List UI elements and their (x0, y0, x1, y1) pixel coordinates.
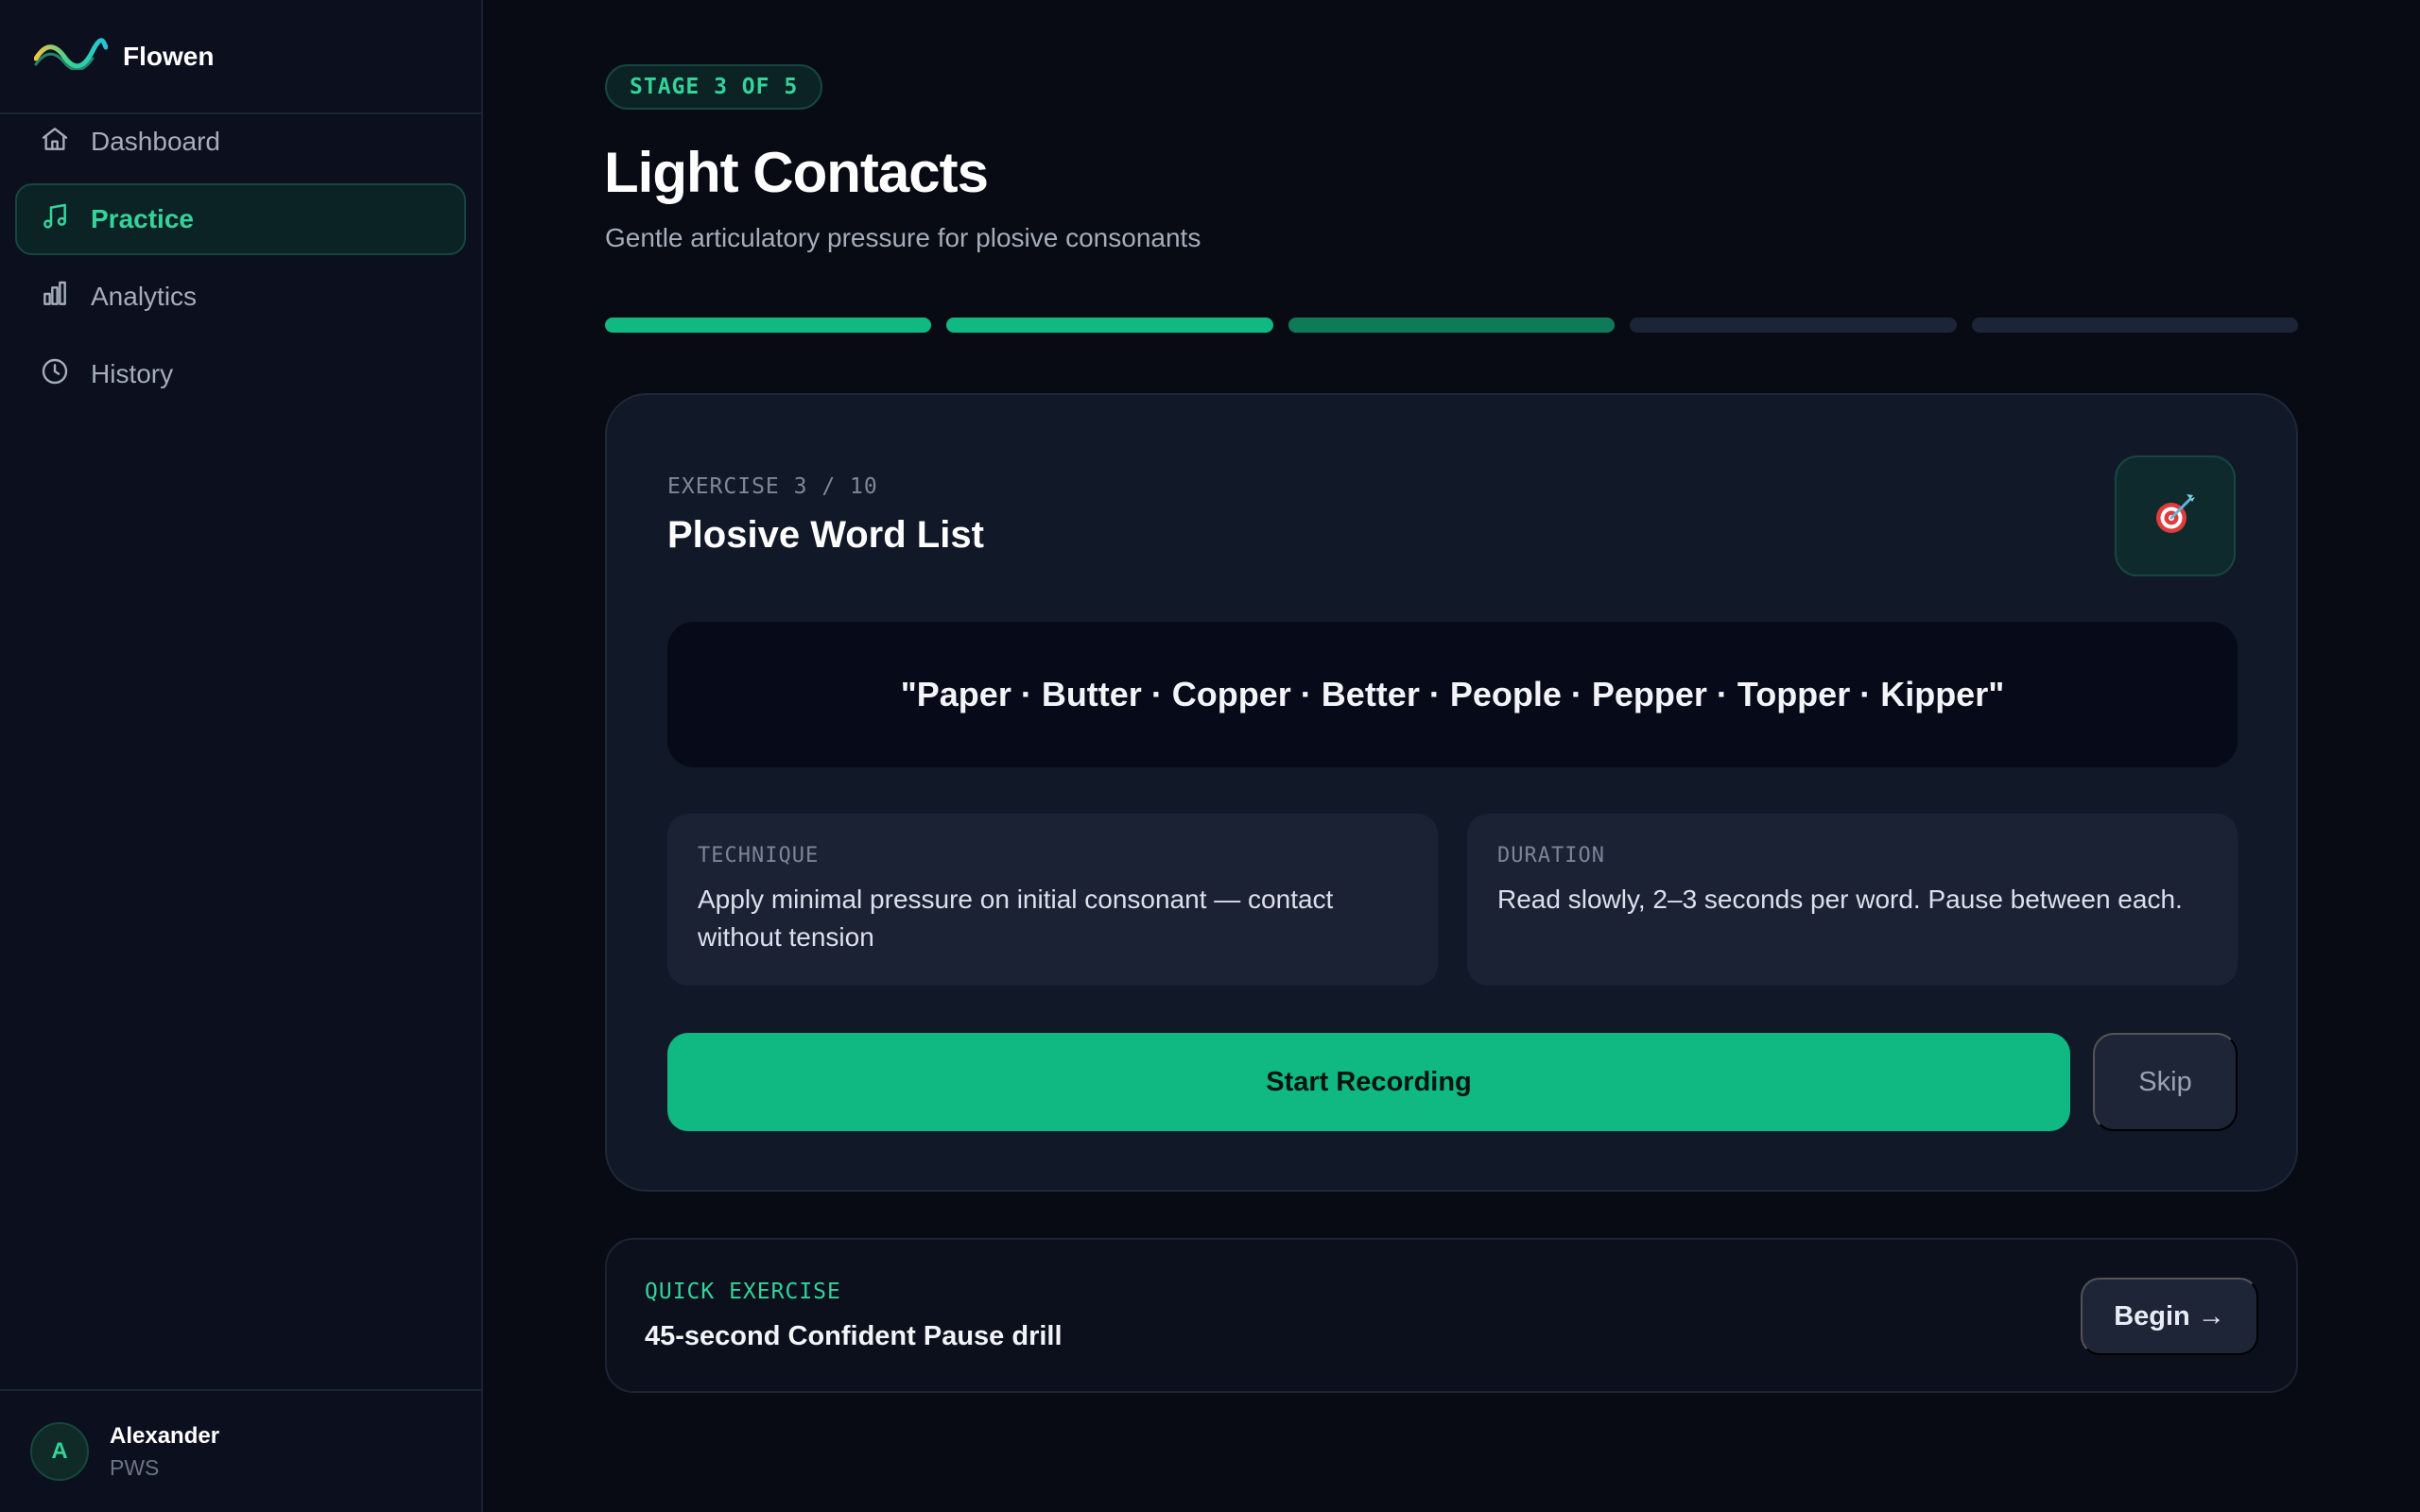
sidebar-nav: Dashboard Practice Analytics History (0, 0, 481, 416)
page-title: Light Contacts (604, 141, 989, 204)
duration-text: Read slowly, 2–3 seconds per word. Pause… (1497, 885, 2183, 914)
home-icon (40, 124, 70, 161)
stage-badge: STAGE 3 OF 5 (605, 64, 823, 110)
quick-exercise-label: QUICK EXERCISE (645, 1280, 841, 1304)
sidebar-item-history[interactable]: History (15, 338, 466, 410)
sidebar-item-label: Practice (91, 204, 194, 233)
user-profile[interactable]: A Alexander PWS (0, 1389, 481, 1512)
skip-button[interactable]: Skip (2093, 1033, 2238, 1131)
sidebar-item-practice[interactable]: Practice (15, 183, 466, 255)
bar-chart-icon (40, 279, 70, 316)
main-content: STAGE 3 OF 5 Light Contacts Gentle artic… (483, 0, 2420, 1512)
begin-button[interactable]: Begin → (2081, 1278, 2258, 1355)
technique-label: TECHNIQUE (698, 844, 820, 868)
progress-segment-2 (946, 318, 1273, 333)
page-subtitle: Gentle articulatory pressure for plosive… (605, 223, 1201, 252)
user-info: Alexander PWS (110, 1423, 219, 1481)
duration-label: DURATION (1497, 844, 1605, 868)
sidebar-item-dashboard[interactable]: Dashboard (15, 106, 466, 178)
start-recording-button[interactable]: Start Recording (667, 1033, 2070, 1131)
quick-exercise-card: QUICK EXERCISE 45-second Confident Pause… (605, 1238, 2298, 1393)
music-note-icon (40, 201, 70, 238)
technique-panel: TECHNIQUE Apply minimal pressure on init… (667, 814, 1438, 986)
sidebar-item-analytics[interactable]: Analytics (15, 261, 466, 333)
user-subtitle: PWS (110, 1454, 160, 1480)
exercise-card: EXERCISE 3 / 10 Plosive Word List "Paper… (605, 393, 2298, 1192)
clock-icon (40, 356, 70, 393)
technique-text: Apply minimal pressure on initial conson… (698, 885, 1334, 952)
progress-segment-3 (1288, 318, 1616, 333)
exercise-icon-tile (2115, 455, 2236, 576)
user-name: Alexander (110, 1422, 220, 1449)
avatar: A (30, 1422, 89, 1481)
exercise-count: EXERCISE 3 / 10 (667, 474, 878, 499)
sidebar-item-label: Dashboard (91, 127, 220, 156)
stage-progress (605, 318, 2299, 333)
target-dart-icon (2149, 488, 2202, 545)
sidebar-item-label: Analytics (91, 282, 198, 311)
sidebar-item-label: History (91, 359, 174, 388)
exercise-title: Plosive Word List (667, 514, 984, 556)
sidebar: Flowen Dashboard Practice Analytics Hist… (0, 0, 483, 1512)
progress-segment-5 (1971, 318, 2299, 333)
word-prompt: "Paper · Butter · Copper · Better · Peop… (667, 622, 2238, 767)
app-root: Flowen Dashboard Practice Analytics Hist… (0, 0, 2420, 1512)
progress-segment-4 (1630, 318, 1957, 333)
progress-segment-1 (605, 318, 932, 333)
duration-panel: DURATION Read slowly, 2–3 seconds per wo… (1467, 814, 2238, 986)
quick-exercise-title: 45-second Confident Pause drill (645, 1321, 1063, 1351)
